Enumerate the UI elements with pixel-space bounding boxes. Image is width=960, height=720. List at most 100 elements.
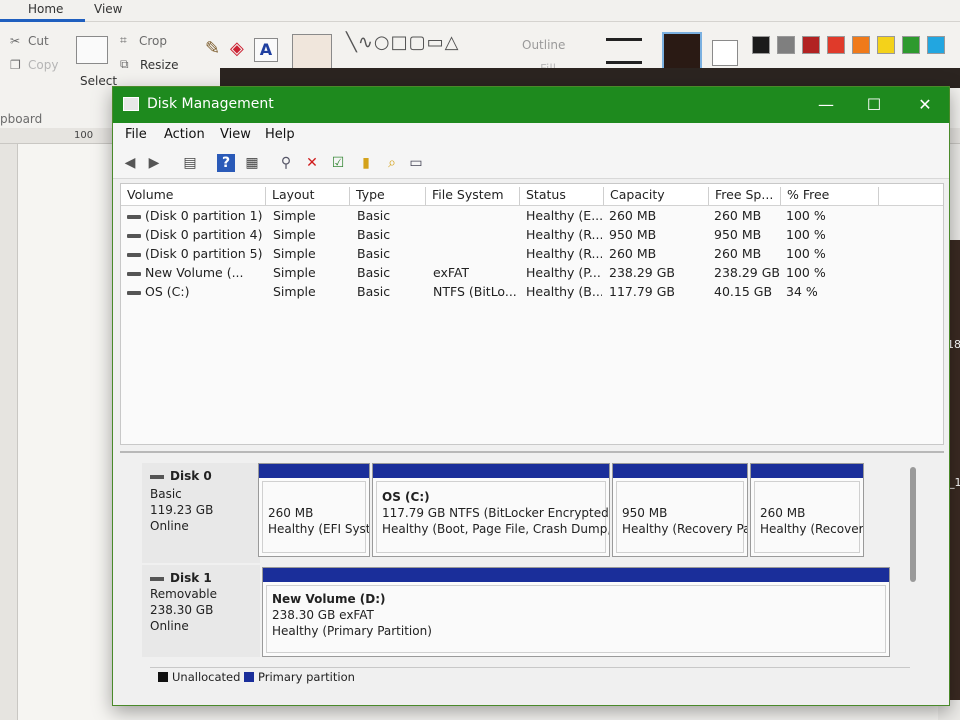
partition-size: 260 MB	[760, 506, 806, 520]
outline-button[interactable]: Outline	[522, 38, 565, 52]
free-space-cell: 40.15 GB	[714, 284, 773, 299]
menu-action[interactable]: Action	[164, 127, 205, 142]
disk-0-label[interactable]: Disk 0 Basic 119.23 GB Online	[142, 463, 260, 563]
disk-name: Disk 0	[150, 469, 212, 483]
disk-1-label[interactable]: Disk 1 Removable 238.30 GB Online	[142, 565, 260, 657]
color2-swatch[interactable]	[712, 40, 738, 66]
volume-cell: OS (C:)	[127, 284, 267, 299]
palette-swatch[interactable]	[777, 36, 795, 54]
palette-swatch[interactable]	[827, 36, 845, 54]
volume-cell: (Disk 0 partition 1)	[127, 208, 267, 223]
layout-cell: Simple	[273, 265, 316, 280]
partition-efi[interactable]: 260 MB Healthy (EFI Syste	[258, 463, 370, 557]
palette-swatch[interactable]	[877, 36, 895, 54]
tab-view[interactable]: View	[94, 2, 122, 16]
cut-icon[interactable]: ✂	[10, 34, 20, 48]
table-row[interactable]: (Disk 0 partition 1) Simple Basic Health…	[121, 207, 943, 226]
text-icon[interactable]: A	[254, 38, 278, 62]
maximize-button[interactable]: ☐	[859, 93, 889, 117]
folder-up-icon[interactable]: ▮	[357, 154, 375, 172]
resize-icon[interactable]: ⧉	[120, 57, 129, 72]
toolbar: ◀ ▶ ▤ ? ▦ ⚲ ✕ ☑ ▮ ⌕ ▭	[113, 147, 949, 179]
partition-recovery-2[interactable]: 260 MB Healthy (Recovery	[750, 463, 864, 557]
brush-icon[interactable]	[292, 34, 332, 70]
table-row[interactable]: New Volume (... Simple Basic exFAT Healt…	[121, 264, 943, 283]
primary-partition-bar	[613, 464, 747, 478]
crop-icon[interactable]: ⌗	[120, 33, 127, 48]
table-row[interactable]: OS (C:) Simple Basic NTFS (BitLo... Heal…	[121, 283, 943, 302]
tab-home[interactable]: Home	[0, 2, 86, 22]
partition-status: Healthy (Recovery	[760, 522, 864, 536]
legend-primary-label: Primary partition	[258, 670, 355, 684]
back-arrow-icon[interactable]: ◀	[121, 154, 139, 172]
palette-swatch[interactable]	[902, 36, 920, 54]
percent-free-cell: 100 %	[786, 227, 826, 242]
palette-swatch[interactable]	[802, 36, 820, 54]
title-bar[interactable]: Disk Management — ☐ ✕	[113, 87, 949, 123]
color1-swatch[interactable]	[662, 32, 702, 72]
crop-button[interactable]: Crop	[139, 34, 167, 48]
forward-arrow-icon[interactable]: ▶	[145, 154, 163, 172]
search-folder-icon[interactable]: ⌕	[383, 154, 401, 172]
menu-view[interactable]: View	[220, 127, 251, 142]
free-space-cell: 260 MB	[714, 246, 762, 261]
table-row[interactable]: (Disk 0 partition 4) Simple Basic Health…	[121, 226, 943, 245]
vertical-ruler	[0, 144, 18, 720]
pencil-icon[interactable]: ✎	[205, 38, 220, 59]
partition-os-c[interactable]: OS (C:) 117.79 GB NTFS (BitLocker Encryp…	[372, 463, 610, 557]
partition-new-volume-d[interactable]: New Volume (D:) 238.30 GB exFAT Healthy …	[262, 567, 890, 657]
size-icon[interactable]	[606, 38, 642, 64]
palette-swatch[interactable]	[852, 36, 870, 54]
table-row[interactable]: (Disk 0 partition 5) Simple Basic Health…	[121, 245, 943, 264]
menu-help[interactable]: Help	[265, 127, 295, 142]
volume-cell: (Disk 0 partition 5)	[127, 246, 267, 261]
disk-view-scrollbar[interactable]	[910, 467, 916, 582]
resize-button[interactable]: Resize	[140, 58, 178, 72]
disk-list-icon[interactable]: ▤	[181, 154, 199, 172]
primary-partition-bar	[373, 464, 609, 478]
disk-kind: Basic	[150, 487, 182, 501]
copy-button[interactable]: Copy	[28, 58, 58, 72]
column-header-volume[interactable]: Volume	[121, 187, 266, 205]
fill-icon[interactable]: ◈	[230, 38, 244, 59]
partition-body: New Volume (D:) 238.30 GB exFAT Healthy …	[266, 585, 886, 653]
layout-cell: Simple	[273, 208, 316, 223]
copy-icon[interactable]: ❐	[10, 58, 21, 72]
status-cell: Healthy (B...	[526, 284, 602, 299]
cut-button[interactable]: Cut	[28, 34, 49, 48]
menu-file[interactable]: File	[125, 127, 147, 142]
partition-size: 260 MB	[268, 506, 314, 520]
column-header-type[interactable]: Type	[350, 187, 426, 205]
column-header-layout[interactable]: Layout	[266, 187, 350, 205]
column-header-file-system[interactable]: File System	[426, 187, 520, 205]
partition-body: 950 MB Healthy (Recovery Par	[616, 481, 747, 553]
column-header-free-space[interactable]: Free Sp...	[709, 187, 781, 205]
clipboard-group-label: pboard	[0, 112, 43, 126]
capacity-cell: 260 MB	[609, 208, 657, 223]
connect-icon[interactable]: ⚲	[277, 154, 295, 172]
delete-icon[interactable]: ✕	[303, 154, 321, 172]
disk-graphical-view: Disk 0 Basic 119.23 GB Online 260 MB Hea…	[120, 451, 944, 665]
partition-title: OS (C:)	[382, 490, 430, 504]
minimize-button[interactable]: —	[811, 93, 841, 117]
partition-recovery-1[interactable]: 950 MB Healthy (Recovery Par	[612, 463, 748, 557]
shapes-gallery-icon[interactable]: ╲∿○□▢▭△	[346, 32, 460, 53]
fs-cell: NTFS (BitLo...	[433, 284, 517, 299]
close-button[interactable]: ✕	[910, 93, 940, 117]
panel-icon[interactable]: ▭	[407, 154, 425, 172]
window-shadow	[220, 68, 960, 88]
status-cell: Healthy (R...	[526, 227, 602, 242]
properties-icon[interactable]: ▦	[243, 154, 261, 172]
palette-swatch[interactable]	[752, 36, 770, 54]
column-header-capacity[interactable]: Capacity	[604, 187, 709, 205]
partition-size: 238.30 GB exFAT	[272, 608, 374, 622]
select-icon[interactable]	[76, 36, 108, 64]
column-header-percent-free[interactable]: % Free	[781, 187, 879, 205]
volume-icon	[127, 290, 141, 295]
column-header-status[interactable]: Status	[520, 187, 604, 205]
type-cell: Basic	[357, 246, 391, 261]
check-icon[interactable]: ☑	[329, 154, 347, 172]
capacity-cell: 117.79 GB	[609, 284, 675, 299]
help-icon[interactable]: ?	[217, 154, 235, 172]
palette-swatch[interactable]	[927, 36, 945, 54]
